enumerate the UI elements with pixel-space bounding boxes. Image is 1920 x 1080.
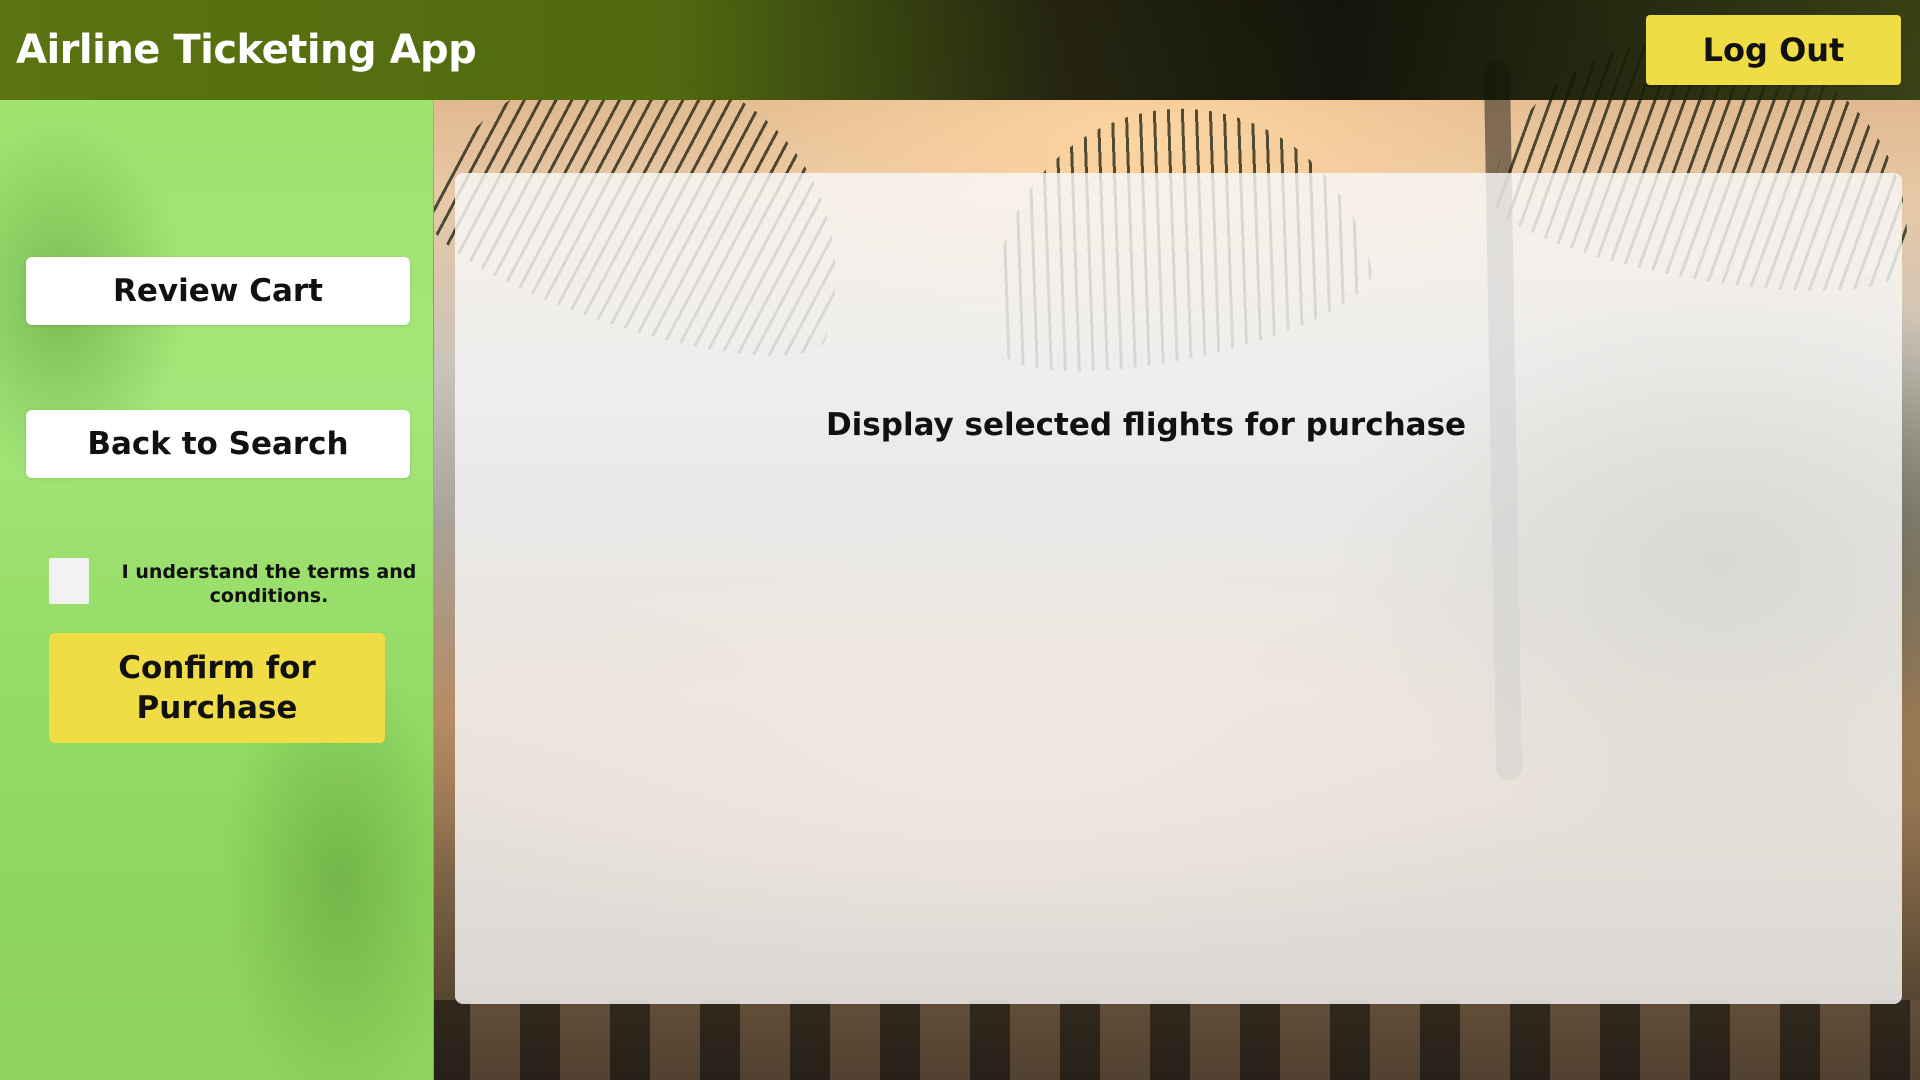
terms-row: I understand the terms and conditions. — [49, 558, 419, 608]
app-window: Airline Ticketing App Log Out Review Car… — [0, 0, 1920, 1080]
selected-flights-panel: Display selected flights for purchase — [455, 173, 1902, 1004]
log-out-button[interactable]: Log Out — [1646, 15, 1901, 85]
selected-flights-placeholder: Display selected flights for purchase — [825, 407, 1467, 443]
confirm-purchase-button[interactable]: Confirm for Purchase — [49, 633, 385, 743]
review-cart-button[interactable]: Review Cart — [26, 257, 410, 325]
background-water-reflection — [430, 1000, 1920, 1080]
back-to-search-button[interactable]: Back to Search — [26, 410, 410, 478]
terms-label: I understand the terms and conditions. — [121, 561, 417, 607]
terms-checkbox[interactable] — [49, 558, 89, 604]
top-header: Airline Ticketing App Log Out — [0, 0, 1920, 100]
sidebar: Review Cart Back to Search I understand … — [0, 100, 434, 1080]
app-title: Airline Ticketing App — [16, 27, 477, 73]
